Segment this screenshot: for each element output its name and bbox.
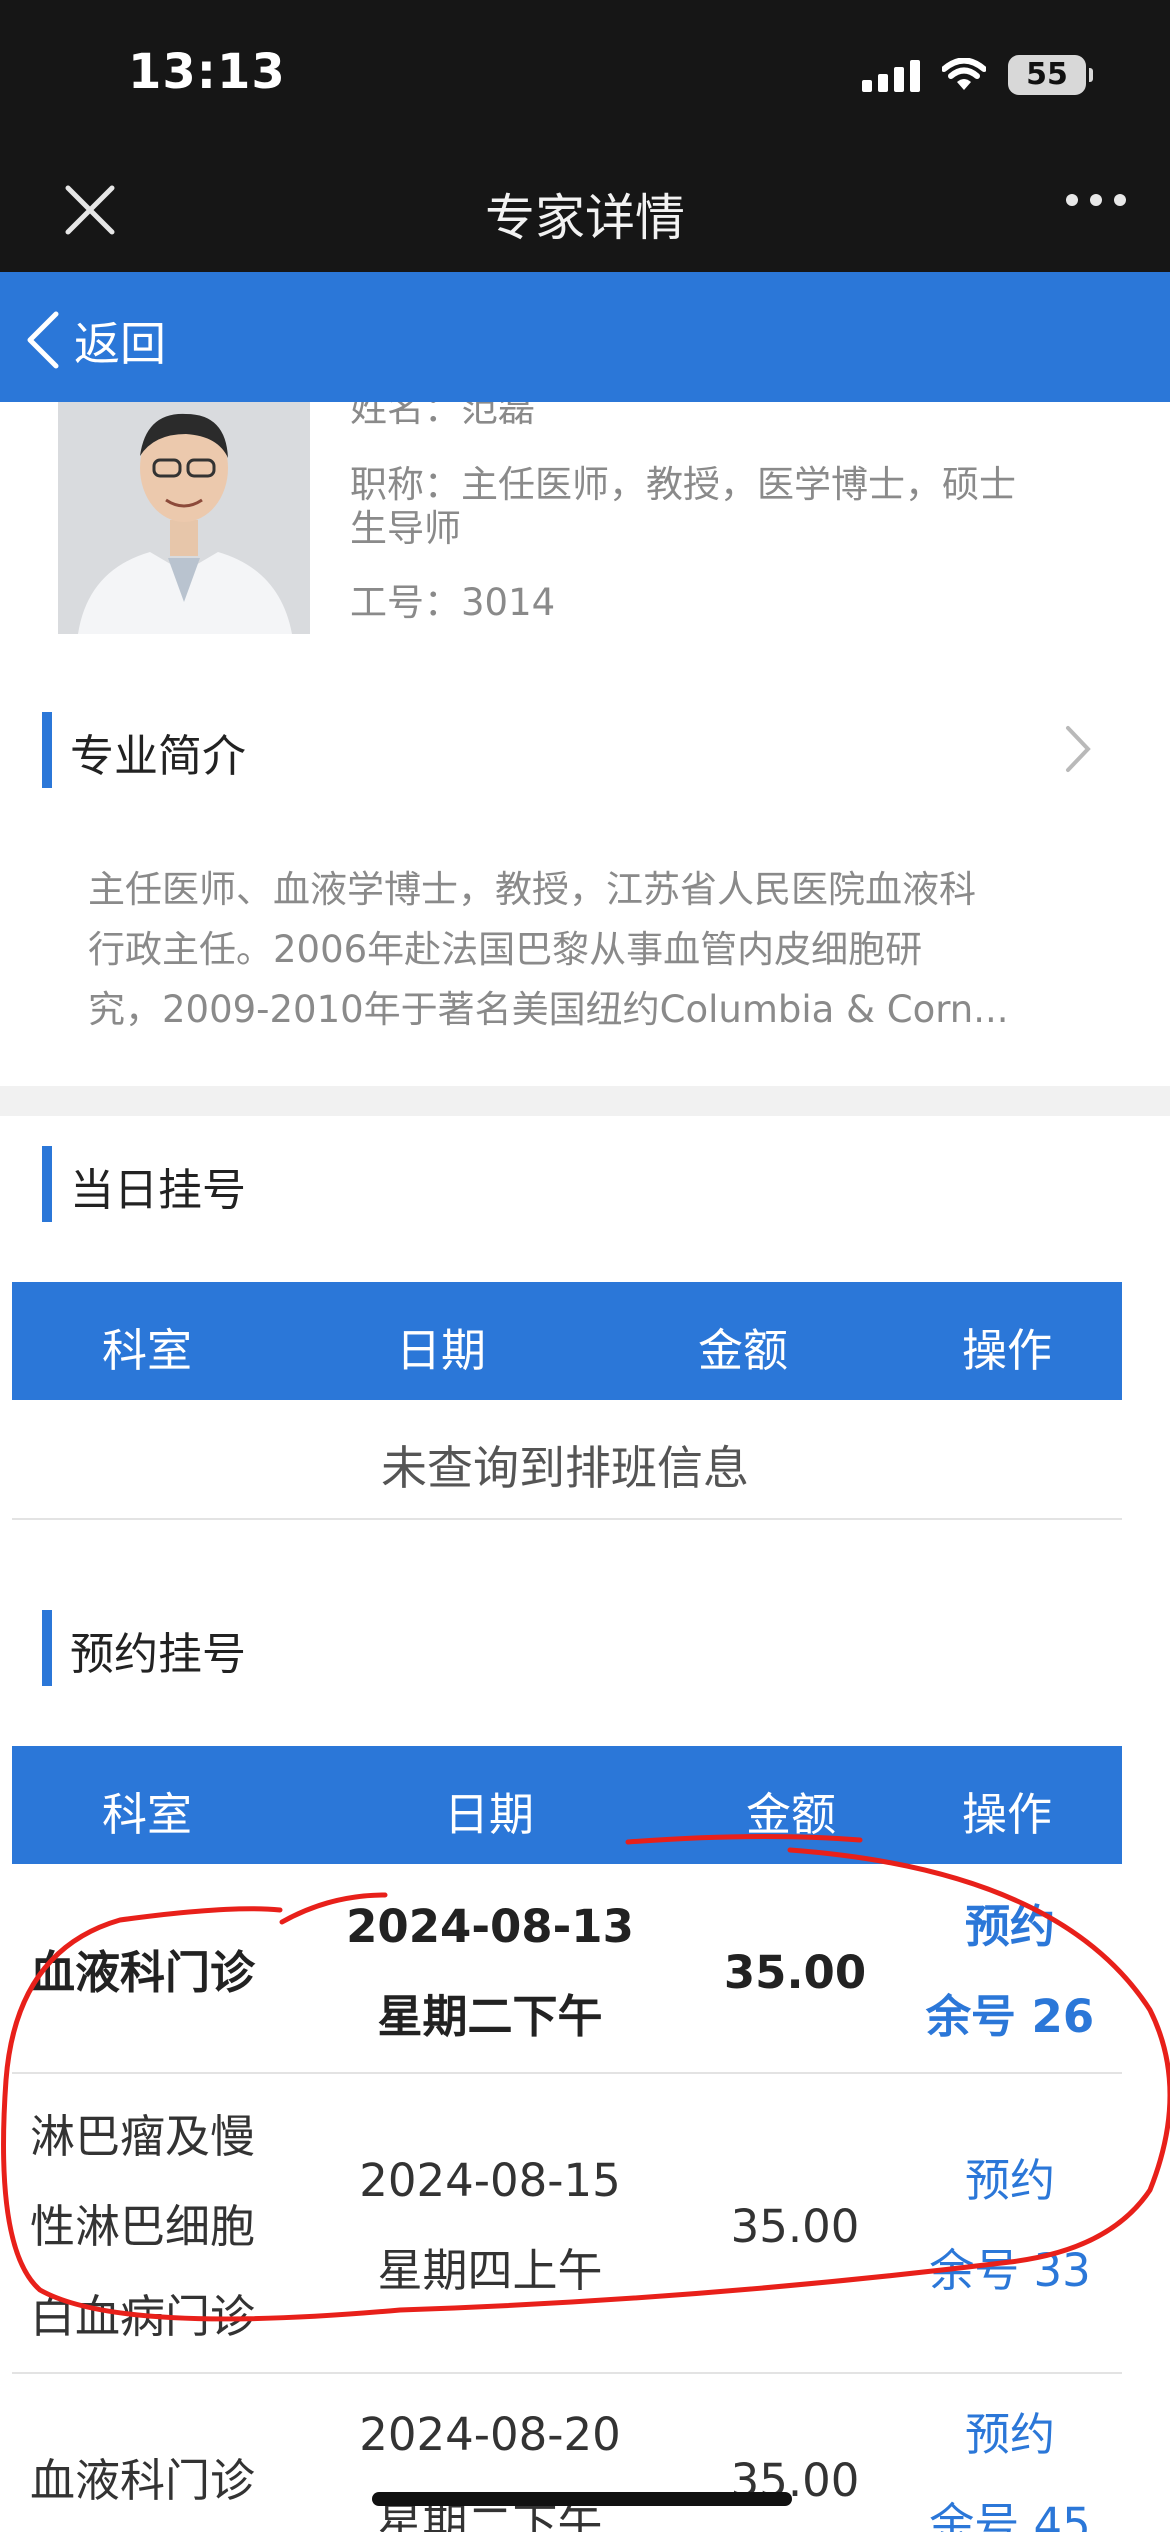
- intro-line: 究，2009-2010年于著名美国纽约Columbia & Corn...: [88, 988, 1009, 1031]
- intro-line: 行政主任。2006年赴法国巴黎从事血管内皮细胞研: [88, 928, 923, 971]
- row-amount: 35.00: [723, 1946, 867, 1999]
- more-icon[interactable]: [1066, 194, 1126, 206]
- book-button[interactable]: 预约: [900, 1882, 1120, 1972]
- same-day-heading: 当日挂号: [70, 1165, 246, 1216]
- row-date: 2024-08-15: [359, 2154, 621, 2207]
- row-divider: [12, 2072, 1122, 2074]
- row-dept: 白血病门诊: [30, 2290, 256, 2343]
- row-divider: [12, 2372, 1122, 2374]
- back-chevron-icon[interactable]: [24, 310, 64, 370]
- section-divider: [0, 1086, 1170, 1116]
- col-amount: 金额: [746, 1788, 837, 1841]
- row-dept: 血液科门诊: [30, 1946, 256, 1999]
- page-title: 专家详情: [485, 189, 685, 247]
- back-bar: 返回: [0, 272, 1170, 402]
- col-dept: 科室: [102, 1324, 193, 1377]
- row-date: 2024-08-13: [346, 1900, 634, 1953]
- doctor-name: 姓名：范磊: [350, 402, 535, 430]
- row-amount: 35.00: [730, 2200, 860, 2253]
- same-day-table-header: 科室 日期 金额 操作: [12, 1282, 1122, 1400]
- status-bar: 13:13 55: [0, 0, 1170, 150]
- doctor-title: 职称：主任医师，教授，医学博士，硕士: [350, 463, 1016, 506]
- battery-icon: 55: [1008, 55, 1093, 95]
- doctor-photo: [58, 402, 310, 634]
- remaining-slots: 余号 26: [925, 1990, 1095, 2043]
- remaining-slots: 余号 33: [929, 2244, 1091, 2297]
- row-divider: [12, 1518, 1122, 1520]
- section-marker: [42, 1610, 52, 1686]
- intro-line: 主任医师、血液学博士，教授，江苏省人民医院血液科: [88, 868, 976, 911]
- row-dept: 性淋巴细胞: [30, 2200, 256, 2253]
- back-button[interactable]: 返回: [74, 308, 166, 374]
- intro-heading[interactable]: 专业简介: [70, 720, 246, 784]
- col-action: 操作: [962, 1324, 1053, 1377]
- chevron-right-icon[interactable]: [1062, 724, 1092, 774]
- col-amount: 金额: [698, 1324, 789, 1377]
- row-period: 星期四上午: [377, 2244, 603, 2297]
- status-time: 13:13: [128, 44, 286, 100]
- book-button[interactable]: 预约: [900, 2136, 1120, 2226]
- col-date: 日期: [444, 1788, 535, 1841]
- row-dept: 血液科门诊: [30, 2454, 256, 2507]
- appointment-table-header: 科室 日期 金额 操作: [12, 1746, 1122, 1864]
- col-date: 日期: [396, 1324, 487, 1377]
- home-indicator: [372, 2492, 792, 2506]
- scroll-content[interactable]: 姓名：范磊 职称：主任医师，教授，医学博士，硕士 生导师 工号：3014 专业简…: [0, 402, 1170, 2532]
- doctor-id: 工号：3014: [350, 581, 556, 624]
- wifi-icon: [942, 58, 986, 90]
- nav-bar: 专家详情: [0, 150, 1170, 272]
- row-date: 2024-08-20: [359, 2408, 621, 2461]
- col-dept: 科室: [102, 1788, 193, 1841]
- section-marker: [42, 1146, 52, 1222]
- row-period: 星期二下午: [377, 1990, 603, 2043]
- section-marker: [42, 712, 52, 788]
- remaining-slots: 余号 45: [929, 2498, 1091, 2532]
- signal-icon: [862, 58, 920, 92]
- row-period: 星期二下午: [377, 2498, 603, 2532]
- empty-schedule-message: 未查询到排班信息: [381, 1441, 749, 1495]
- row-amount: 35.00: [730, 2454, 860, 2507]
- status-icons: 55: [862, 52, 1093, 98]
- book-button[interactable]: 预约: [900, 2390, 1120, 2480]
- row-dept: 淋巴瘤及慢: [30, 2110, 256, 2163]
- doctor-title-cont: 生导师: [350, 507, 461, 550]
- intro-text: 主任医师、血液学博士，教授，江苏省人民医院血液科 行政主任。2006年赴法国巴黎…: [88, 860, 1068, 1040]
- appointment-heading: 预约挂号: [70, 1629, 246, 1680]
- col-action: 操作: [962, 1788, 1053, 1841]
